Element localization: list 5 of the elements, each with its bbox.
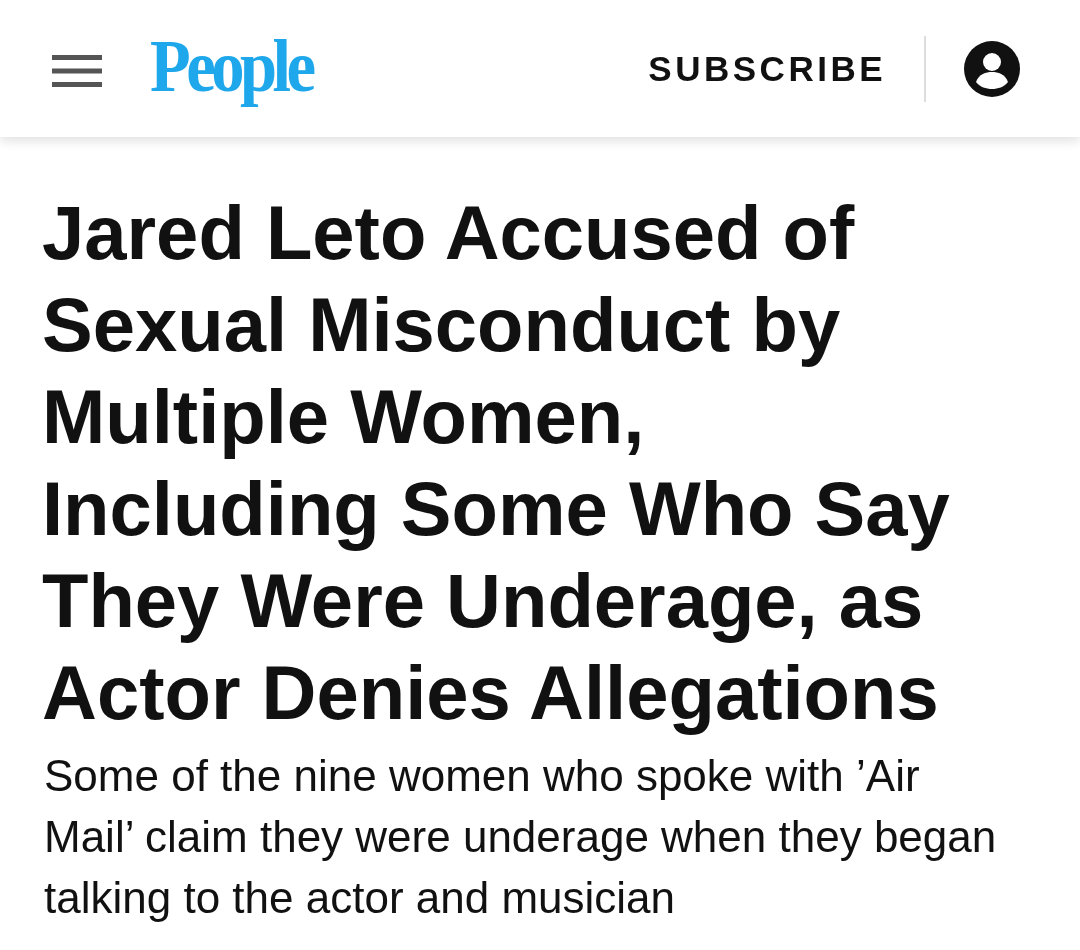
article-headline: Jared Leto Accused of Sexual Misconduct by Multiple Women, Including Some Who Say They Were Underage, as Actor Denies Allegations bbox=[42, 189, 951, 737]
account-icon[interactable] bbox=[964, 40, 1020, 97]
article-subheadline: Some of the nine women who spoke with ’Air Mail’ claim they were underage when they began talking to the actor and musician bbox=[44, 750, 998, 924]
subscribe-link[interactable]: SUBSCRIBE bbox=[648, 51, 886, 86]
menu-icon[interactable] bbox=[52, 54, 102, 87]
